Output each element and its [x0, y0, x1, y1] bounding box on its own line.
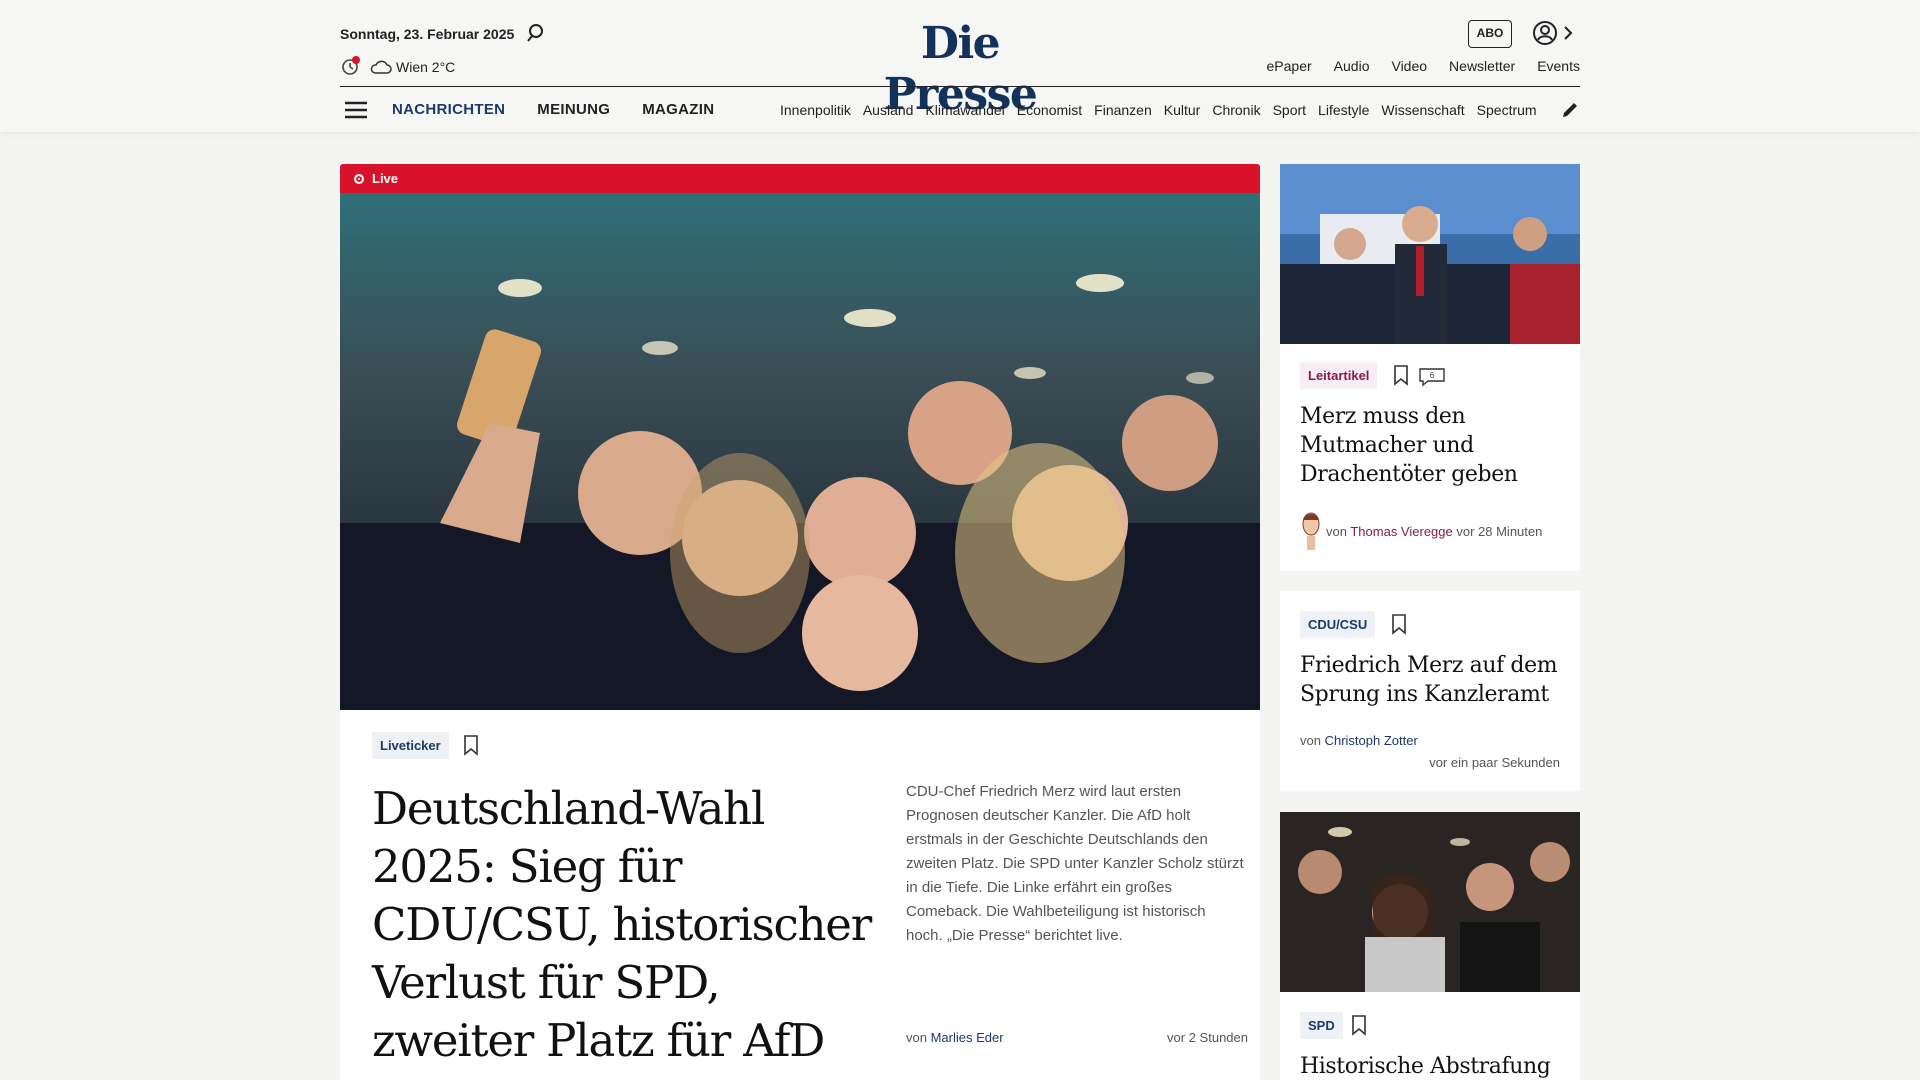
byline-prefix: von	[1326, 524, 1347, 539]
bookmark-icon[interactable]	[1390, 613, 1408, 635]
side-article-3[interactable]: SPD Historische Abstrafung	[1280, 812, 1580, 1080]
nav-nachrichten[interactable]: NACHRICHTEN	[392, 101, 505, 118]
side-article-2-headline[interactable]: Friedrich Merz auf dem Sprung ins Kanzle…	[1300, 651, 1570, 709]
byline-prefix: von	[1300, 733, 1321, 748]
main-nav: NACHRICHTEN MEINUNG MAGAZIN	[392, 101, 714, 118]
live-bar: Live	[340, 164, 1260, 193]
author-link[interactable]: Christoph Zotter	[1325, 733, 1418, 748]
chevron-right-icon[interactable]	[1562, 24, 1574, 42]
header-divider	[340, 86, 1580, 87]
sub-nav: Innenpolitik Ausland Klimawandel Economi…	[780, 102, 1566, 118]
comment-count: 6	[1430, 371, 1435, 380]
side-article-3-headline[interactable]: Historische Abstrafung	[1300, 1052, 1570, 1080]
bookmark-icon[interactable]	[1392, 364, 1410, 386]
hamburger-menu-icon[interactable]	[344, 100, 368, 120]
side-article-2[interactable]: CDU/CSU Friedrich Merz auf dem Sprung in…	[1280, 591, 1580, 791]
current-date: Sonntag, 23. Februar 2025	[340, 26, 515, 42]
author-link[interactable]: Thomas Vieregge	[1350, 524, 1452, 539]
subnav-ausland[interactable]: Ausland	[863, 102, 914, 118]
search-icon[interactable]	[526, 22, 548, 44]
comment-icon[interactable]: 6	[1418, 367, 1446, 387]
bookmark-icon[interactable]	[462, 734, 480, 756]
subnav-spectrum[interactable]: Spectrum	[1477, 102, 1537, 118]
spd-tag[interactable]: SPD	[1300, 1012, 1343, 1039]
quick-links: ePaper Audio Video Newsletter Events	[1267, 58, 1580, 74]
subnav-innenpolitik[interactable]: Innenpolitik	[780, 102, 851, 118]
cdu-csu-tag[interactable]: CDU/CSU	[1300, 611, 1376, 638]
bookmark-icon[interactable]	[1350, 1014, 1368, 1036]
live-dot-icon	[354, 174, 364, 184]
link-audio[interactable]: Audio	[1334, 58, 1370, 74]
subnav-wissenschaft[interactable]: Wissenschaft	[1381, 102, 1464, 118]
side-article-1-image[interactable]	[1280, 164, 1580, 344]
link-newsletter[interactable]: Newsletter	[1449, 58, 1515, 74]
main-article-card[interactable]: Live Liveticker Deutschland-Wahl 2025: S…	[340, 164, 1260, 1080]
subnav-lifestyle[interactable]: Lifestyle	[1318, 102, 1369, 118]
main-teaser: CDU-Chef Friedrich Merz wird laut ersten…	[906, 783, 1244, 944]
link-epaper[interactable]: ePaper	[1267, 58, 1312, 74]
subnav-klimawandel[interactable]: Klimawandel	[925, 102, 1004, 118]
side-article-1-headline[interactable]: Merz muss den Mutmacher und Drachentöter…	[1300, 402, 1570, 489]
timestamp: vor ein paar Sekunden	[1429, 755, 1560, 770]
link-events[interactable]: Events	[1537, 58, 1580, 74]
side-article-2-byline: von Christoph Zotter	[1300, 733, 1418, 748]
byline-prefix: von	[906, 1030, 927, 1045]
side-article-1-byline: von Thomas Vieregge vor 28 Minuten	[1326, 524, 1542, 539]
nav-meinung[interactable]: MEINUNG	[537, 101, 610, 118]
leitartikel-tag[interactable]: Leitartikel	[1300, 362, 1378, 389]
author-link[interactable]: Marlies Eder	[931, 1030, 1004, 1045]
author-avatar	[1302, 512, 1320, 550]
main-timestamp: vor 2 Stunden	[1167, 1030, 1248, 1045]
navigation-bar: NACHRICHTEN MEINUNG MAGAZIN Innenpolitik…	[340, 88, 1580, 132]
side-article-3-image[interactable]	[1280, 812, 1580, 992]
nav-magazin[interactable]: MAGAZIN	[642, 101, 714, 118]
link-video[interactable]: Video	[1391, 58, 1427, 74]
subnav-finanzen[interactable]: Finanzen	[1094, 102, 1152, 118]
site-header: Sonntag, 23. Februar 2025 Wien 2°C Die P…	[0, 0, 1920, 132]
hero-image[interactable]	[340, 193, 1260, 710]
side-article-1[interactable]: Leitartikel 6 Merz muss den Mutmacher un…	[1280, 164, 1580, 571]
weather-text[interactable]: Wien 2°C	[396, 59, 455, 75]
liveticker-tag[interactable]: Liveticker	[372, 732, 449, 759]
live-timer-icon[interactable]	[340, 55, 362, 77]
subnav-chronik[interactable]: Chronik	[1212, 102, 1260, 118]
subnav-kultur[interactable]: Kultur	[1164, 102, 1201, 118]
user-icon[interactable]	[1532, 20, 1558, 46]
subnav-sport[interactable]: Sport	[1273, 102, 1306, 118]
subnav-economist[interactable]: Economist	[1017, 102, 1082, 118]
abo-button[interactable]: ABO	[1468, 20, 1512, 48]
header-top-row: Sonntag, 23. Februar 2025 Wien 2°C Die P…	[340, 0, 1580, 120]
cloud-icon	[370, 60, 392, 74]
timestamp: vor 28 Minuten	[1456, 524, 1543, 539]
pencil-icon[interactable]	[1560, 100, 1580, 120]
main-headline[interactable]: Deutschland-Wahl 2025: Sieg für CDU/CSU,…	[372, 780, 872, 1070]
live-label: Live	[372, 171, 399, 186]
main-byline: von Marlies Eder	[906, 1030, 1004, 1045]
